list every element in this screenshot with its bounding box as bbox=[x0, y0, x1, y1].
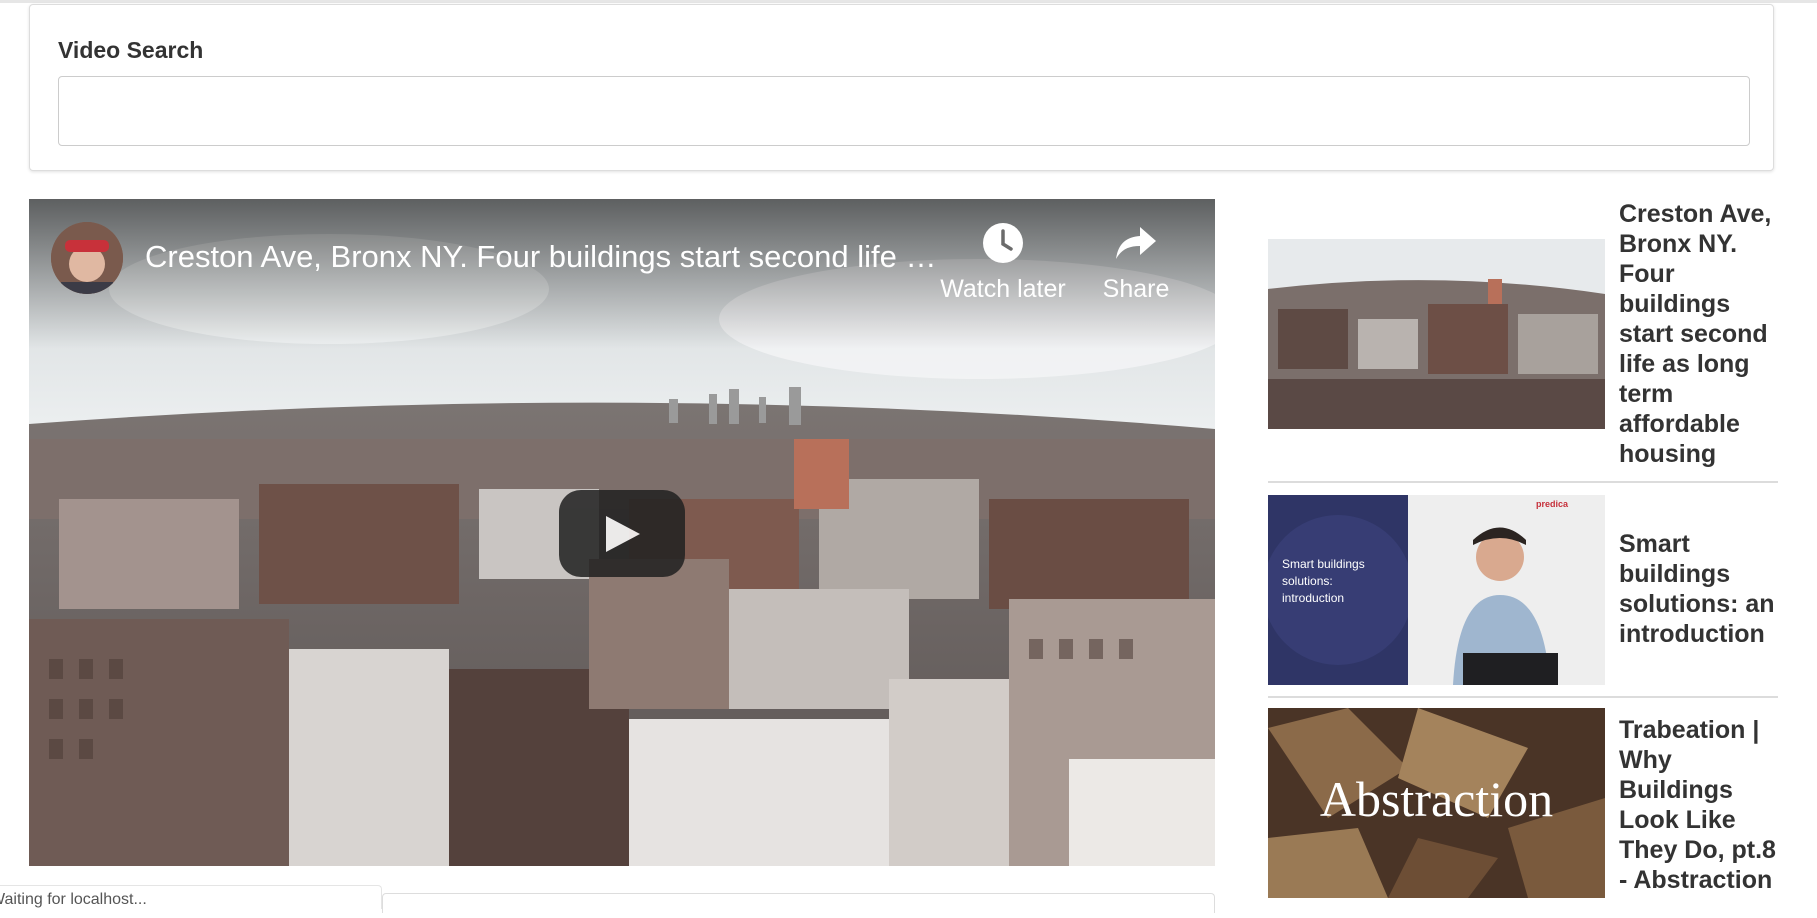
video-thumbnail[interactable]: Abstraction bbox=[1268, 708, 1605, 898]
share-label: Share bbox=[1102, 275, 1170, 303]
search-input[interactable] bbox=[58, 76, 1750, 146]
search-label: Video Search bbox=[58, 37, 204, 63]
player-video-title[interactable]: Creston Ave, Bronx NY. Four buildings st… bbox=[145, 239, 940, 275]
clock-icon bbox=[983, 223, 1023, 263]
channel-avatar[interactable] bbox=[51, 222, 123, 294]
next-panel-edge bbox=[382, 893, 1215, 913]
video-list-item[interactable]: Abstraction Trabeation | Why Buildings L… bbox=[1268, 698, 1778, 918]
browser-status-bar: Waiting for localhost... bbox=[0, 885, 382, 909]
avatar-image bbox=[51, 222, 123, 294]
video-list-item[interactable]: predica Smart buildings solutions: introdu… bbox=[1268, 483, 1778, 698]
search-panel: Video Search bbox=[29, 4, 1774, 171]
share-icon bbox=[1116, 227, 1156, 259]
video-player[interactable]: Creston Ave, Bronx NY. Four buildings st… bbox=[29, 199, 1215, 866]
video-list-title[interactable]: Creston Ave, Bronx NY. Four buildings st… bbox=[1619, 199, 1779, 469]
video-list-title[interactable]: Smart buildings solutions: an introducti… bbox=[1619, 529, 1779, 649]
watch-later-button[interactable]: Watch later bbox=[938, 221, 1068, 304]
thumb-caption: Abstraction bbox=[1319, 771, 1554, 827]
video-list-title[interactable]: Trabeation | Why Buildings Look Like The… bbox=[1619, 715, 1779, 895]
share-button[interactable]: Share bbox=[1071, 221, 1201, 304]
thumbnail-image: predica Smart buildings solutions: introdu… bbox=[1268, 495, 1605, 685]
watch-later-label: Watch later bbox=[940, 275, 1066, 303]
thumb-brand-text: predica bbox=[1536, 499, 1569, 509]
video-list-item[interactable]: Creston Ave, Bronx NY. Four buildings st… bbox=[1268, 199, 1778, 483]
top-border bbox=[0, 0, 1817, 3]
video-thumbnail[interactable] bbox=[1268, 239, 1605, 429]
play-icon bbox=[606, 516, 640, 552]
play-button[interactable] bbox=[559, 490, 685, 577]
video-thumbnail[interactable]: predica Smart buildings solutions: introdu… bbox=[1268, 495, 1605, 685]
thumbnail-image bbox=[1268, 239, 1605, 429]
status-text: Waiting for localhost... bbox=[0, 891, 147, 908]
